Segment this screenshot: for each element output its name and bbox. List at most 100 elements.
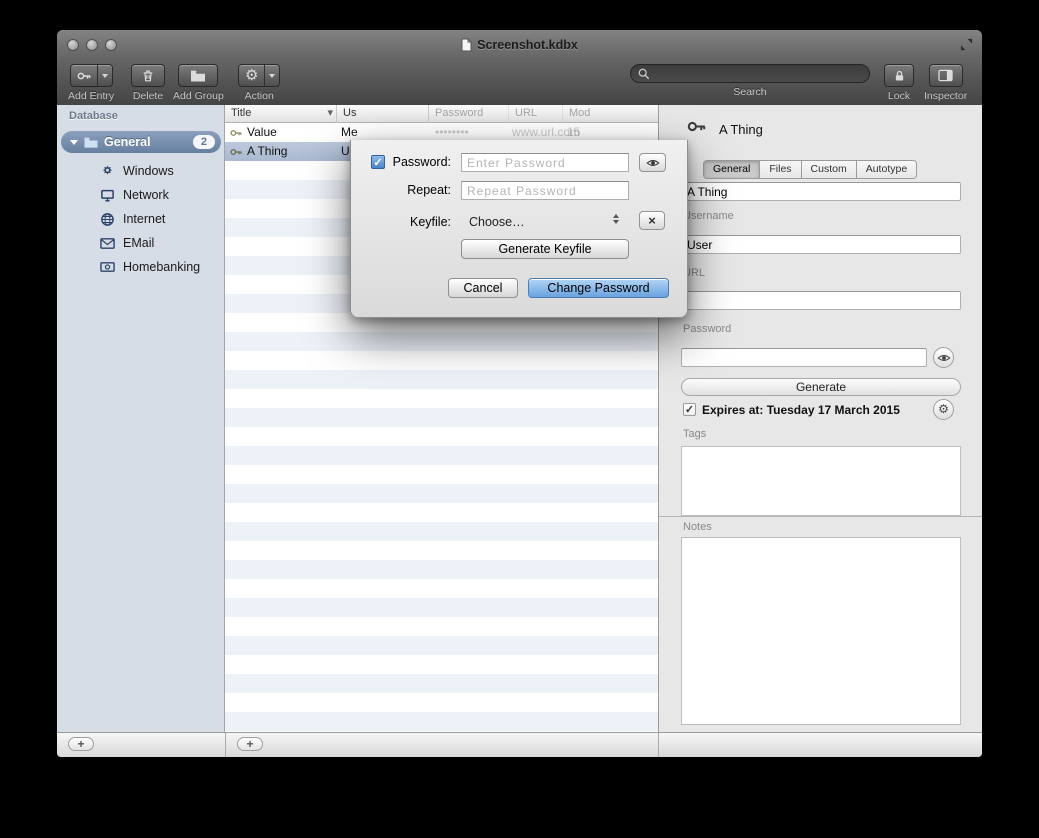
generate-password-button[interactable]: Generate <box>681 378 961 396</box>
sidebar-item-label: Network <box>123 188 169 202</box>
sheet-repeat-input[interactable] <box>461 181 629 200</box>
sheet-password-label: Password: <box>389 155 451 169</box>
keyfile-popup[interactable]: Choose… <box>469 215 525 229</box>
sheet-reveal-password-button[interactable] <box>639 153 666 172</box>
column-header-title[interactable]: Title ▾ <box>225 105 337 123</box>
username-field[interactable] <box>681 235 961 254</box>
password-field[interactable] <box>681 348 927 367</box>
search-icon <box>638 68 650 80</box>
sidebar-item-label: Internet <box>123 212 165 226</box>
pane-divider <box>225 733 226 757</box>
column-header-modified[interactable]: Mod <box>563 105 658 123</box>
add-entry-plus-button[interactable]: + <box>237 737 263 751</box>
key-icon <box>71 65 97 86</box>
password-label: Password <box>683 323 731 335</box>
chevron-down-icon <box>102 74 108 78</box>
fullscreen-icon[interactable] <box>960 38 973 51</box>
delete-button[interactable] <box>131 64 165 87</box>
app-window: Screenshot.kdbx Add Entry Delete <box>57 30 982 757</box>
chevron-down-icon <box>269 74 275 78</box>
folder-icon <box>83 136 99 149</box>
clear-keyfile-button[interactable]: × <box>639 211 665 230</box>
action-dropdown[interactable] <box>264 65 279 86</box>
add-group-plus-button[interactable]: + <box>68 737 94 751</box>
tab-autotype[interactable]: Autotype <box>857 161 916 178</box>
eye-icon <box>937 351 951 365</box>
inspector-panel: A Thing General Files Custom Autotype Us… <box>658 105 982 732</box>
title-bar[interactable]: Screenshot.kdbx <box>57 30 982 60</box>
add-entry-dropdown[interactable] <box>97 65 112 86</box>
tags-label: Tags <box>683 428 706 440</box>
sidebar-item-windows[interactable]: Windows <box>57 159 225 183</box>
sheet-keyfile-label: Keyfile: <box>389 215 451 229</box>
add-entry-button[interactable] <box>70 64 113 87</box>
search-group: Search <box>630 64 870 98</box>
action-label: Action <box>245 90 274 102</box>
add-group-button[interactable] <box>178 64 218 87</box>
tab-custom[interactable]: Custom <box>802 161 857 178</box>
inspector-button[interactable] <box>929 64 963 87</box>
sidebar-item-internet[interactable]: Internet <box>57 207 225 231</box>
inspector-tabs: General Files Custom Autotype <box>703 160 917 179</box>
add-entry-group: Add Entry <box>68 64 114 102</box>
change-password-button[interactable]: Change Password <box>528 278 669 298</box>
folder-icon <box>190 69 206 83</box>
delete-label: Delete <box>133 90 163 102</box>
action-group: ⚙ Action <box>238 64 280 102</box>
toolbar: Add Entry Delete Add Group ⚙ Actio <box>57 60 982 106</box>
expires-options-button[interactable]: ⚙ <box>933 399 954 420</box>
tab-general[interactable]: General <box>704 161 760 178</box>
document-icon <box>461 38 472 52</box>
column-header-url[interactable]: URL <box>509 105 563 123</box>
expires-checkbox[interactable]: ✓ <box>683 403 696 416</box>
checkmark-icon: ✓ <box>373 156 382 169</box>
lock-label: Lock <box>888 90 910 102</box>
add-group-label: Add Group <box>173 90 224 102</box>
reveal-password-button[interactable] <box>933 347 954 368</box>
banknote-icon <box>99 261 116 273</box>
username-label: Username <box>683 210 734 222</box>
tags-field[interactable] <box>681 446 961 516</box>
sidebar-group-general[interactable]: General 2 <box>61 131 221 153</box>
action-button[interactable]: ⚙ <box>238 64 280 87</box>
sidebar-item-label: Homebanking <box>123 260 200 274</box>
sort-indicator-icon: ▾ <box>327 105 333 122</box>
pane-divider <box>658 733 659 757</box>
disclosure-triangle-icon[interactable] <box>70 140 78 145</box>
column-header-password[interactable]: Password <box>429 105 509 123</box>
sheet-repeat-label: Repeat: <box>389 183 451 197</box>
add-group-group: Add Group <box>173 64 224 102</box>
entry-title: A Thing <box>247 142 287 161</box>
cancel-button[interactable]: Cancel <box>448 278 518 298</box>
notes-field[interactable] <box>681 537 961 725</box>
inspector-group: Inspector <box>924 64 967 102</box>
sidebar: Database General 2 Windows <box>57 105 225 732</box>
search-input[interactable] <box>654 66 862 82</box>
tab-files[interactable]: Files <box>760 161 801 178</box>
sidebar-group-label: General <box>104 135 193 149</box>
sheet-password-input[interactable] <box>461 153 629 172</box>
sidebar-item-network[interactable]: Network <box>57 183 225 207</box>
title-field[interactable] <box>681 182 961 201</box>
sidebar-item-email[interactable]: EMail <box>57 231 225 255</box>
lock-button[interactable] <box>884 64 914 87</box>
change-password-sheet: ✓ Password: Repeat: Keyfile: Choose… × G… <box>350 140 688 318</box>
url-field[interactable] <box>681 291 961 310</box>
gear-icon: ⚙ <box>239 65 264 86</box>
windows-icon <box>99 164 116 179</box>
column-header-username[interactable]: Us <box>337 105 429 123</box>
window-title: Screenshot.kdbx <box>477 38 578 52</box>
notes-label: Notes <box>683 521 712 533</box>
password-enable-checkbox[interactable]: ✓ <box>371 155 385 169</box>
popup-stepper-icon[interactable] <box>613 214 619 224</box>
search-field[interactable] <box>630 64 870 83</box>
eye-icon <box>646 156 660 170</box>
entry-count-badge: 2 <box>193 135 215 149</box>
inspector-entry-title: A Thing <box>719 122 763 137</box>
search-label: Search <box>733 86 766 98</box>
envelope-icon <box>99 237 116 250</box>
generate-keyfile-button[interactable]: Generate Keyfile <box>461 239 629 259</box>
inspector-panel-icon <box>938 69 953 82</box>
sidebar-item-homebanking[interactable]: Homebanking <box>57 255 225 279</box>
key-icon <box>230 123 242 142</box>
